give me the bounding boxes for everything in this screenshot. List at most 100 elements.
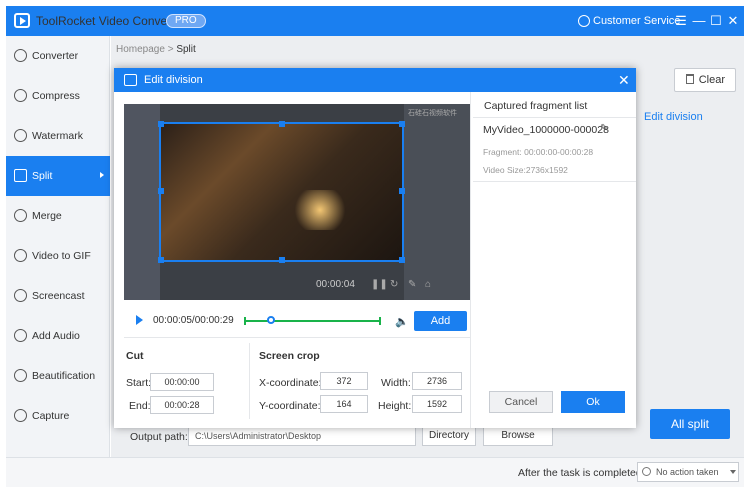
x-coordinate-input[interactable]: 372	[320, 372, 368, 390]
fragment-range: Fragment: 00:00:00-00:00:28	[483, 147, 594, 157]
home-icon[interactable]: ⌂	[425, 279, 431, 290]
trim-start-handle[interactable]	[244, 317, 246, 325]
screencast-icon	[14, 289, 27, 302]
fragment-list-title: Captured fragment list	[484, 100, 588, 112]
play-button[interactable]	[136, 315, 143, 325]
divider	[249, 343, 250, 419]
customer-service-icon[interactable]	[578, 15, 590, 27]
divider	[473, 181, 636, 182]
chevron-down-icon	[730, 470, 736, 474]
close-icon[interactable]: ✕	[724, 12, 742, 30]
output-path-field[interactable]: C:\Users\Administrator\Desktop	[188, 426, 416, 446]
compress-icon	[14, 89, 27, 102]
end-label: End:	[129, 400, 151, 412]
crop-handle[interactable]	[158, 121, 164, 127]
start-time-input[interactable]: 00:00:00	[150, 373, 214, 391]
after-task-select[interactable]: No action taken	[637, 462, 739, 482]
x-coordinate-label: X-coordinate:	[259, 377, 322, 389]
all-split-button[interactable]: All split	[650, 409, 730, 439]
pencil-icon[interactable]: ✎	[600, 123, 608, 134]
playhead[interactable]	[267, 316, 275, 324]
crop-box[interactable]	[158, 121, 405, 263]
trash-icon	[686, 74, 694, 84]
sidebar-item-add-audio[interactable]: Add Audio	[6, 316, 110, 356]
sidebar-item-compress[interactable]: Compress	[6, 76, 110, 116]
menu-icon[interactable]: ☰	[672, 12, 690, 30]
audio-icon	[14, 329, 27, 342]
edit-division-link[interactable]: Edit division	[644, 111, 703, 123]
pause-icon[interactable]: ❚❚	[371, 279, 388, 290]
output-path-label: Output path:	[130, 431, 188, 443]
beautification-icon	[14, 369, 27, 382]
fragment-name: MyVideo_1000000-000028	[483, 124, 609, 136]
sidebar-item-watermark[interactable]: Watermark	[6, 116, 110, 156]
cancel-button[interactable]: Cancel	[489, 391, 553, 413]
crop-handle[interactable]	[399, 188, 405, 194]
y-coordinate-label: Y-coordinate:	[259, 400, 321, 412]
sidebar-item-screencast[interactable]: Screencast	[6, 276, 110, 316]
fragment-video-size: Video Size:2736x1592	[483, 165, 568, 175]
sidebar-item-beautification[interactable]: Beautification	[6, 356, 110, 396]
sidebar-item-capture[interactable]: Capture	[6, 396, 110, 436]
cut-heading: Cut	[126, 350, 144, 362]
start-label: Start:	[126, 377, 152, 389]
trim-end-handle[interactable]	[379, 317, 381, 325]
breadcrumb-current: Split	[176, 44, 196, 55]
dialog-title: Edit division	[144, 74, 203, 86]
add-button[interactable]: Add	[414, 311, 467, 331]
capture-icon	[14, 409, 27, 422]
sidebar: Converter Compress Watermark Split Merge…	[6, 36, 110, 457]
sidebar-item-label: Compress	[32, 90, 80, 102]
breadcrumb: Homepage > Split	[116, 44, 196, 55]
time-display: 00:00:05/00:00:29	[153, 315, 234, 326]
clear-button[interactable]: Clear	[674, 68, 736, 92]
video-left-letterbox	[124, 104, 160, 300]
ok-button[interactable]: Ok	[561, 391, 625, 413]
sidebar-item-label: Watermark	[32, 130, 83, 142]
sidebar-item-merge[interactable]: Merge	[6, 196, 110, 236]
sidebar-item-label: Merge	[32, 210, 62, 222]
height-label: Height:	[378, 400, 412, 412]
gif-icon	[14, 249, 27, 262]
divider	[470, 92, 471, 428]
browse-button[interactable]: Browse	[483, 426, 553, 446]
breadcrumb-separator: >	[167, 44, 174, 55]
y-coordinate-input[interactable]: 164	[320, 395, 368, 413]
watermark-icon	[14, 129, 27, 142]
video-right-letterbox	[404, 104, 470, 300]
crop-handle[interactable]	[399, 257, 405, 263]
video-watermark: 石硅石视频软件	[408, 110, 457, 117]
app-title: ToolRocket Video Converter	[36, 14, 186, 28]
crop-handle[interactable]	[158, 257, 164, 263]
split-icon	[14, 169, 27, 182]
no-action-icon	[642, 467, 651, 476]
after-task-label: After the task is completed	[518, 467, 642, 479]
sidebar-item-split[interactable]: Split	[6, 156, 110, 196]
crop-handle[interactable]	[279, 257, 285, 263]
customer-service-link[interactable]: Customer Service	[593, 15, 680, 27]
rotate-icon[interactable]: ↻	[390, 279, 398, 290]
height-input[interactable]: 1592	[412, 395, 462, 413]
sidebar-item-video-to-gif[interactable]: Video to GIF	[6, 236, 110, 276]
crop-handle[interactable]	[399, 121, 405, 127]
video-time-overlay: 00:00:04	[316, 279, 355, 290]
volume-icon[interactable]: 🔈	[395, 315, 409, 328]
maximize-icon[interactable]: ☐	[707, 12, 725, 30]
dialog-close-icon[interactable]: ✕	[618, 72, 630, 89]
sidebar-item-label: Screencast	[32, 290, 85, 302]
width-label: Width:	[381, 377, 411, 389]
end-time-input[interactable]: 00:00:28	[150, 396, 214, 414]
merge-icon	[14, 209, 27, 222]
sidebar-item-converter[interactable]: Converter	[6, 36, 110, 76]
crop-handle[interactable]	[158, 188, 164, 194]
breadcrumb-home[interactable]: Homepage	[116, 44, 165, 55]
edit-icon[interactable]: ✎	[408, 279, 416, 290]
crop-handle[interactable]	[279, 121, 285, 127]
sidebar-item-label: Video to GIF	[32, 250, 91, 262]
width-input[interactable]: 2736	[412, 372, 462, 390]
sidebar-item-label: Add Audio	[32, 330, 80, 342]
directory-button[interactable]: Directory	[422, 426, 476, 446]
minimize-icon[interactable]: —	[690, 12, 708, 30]
screen-crop-heading: Screen crop	[259, 350, 320, 362]
app-logo-icon	[14, 13, 30, 28]
